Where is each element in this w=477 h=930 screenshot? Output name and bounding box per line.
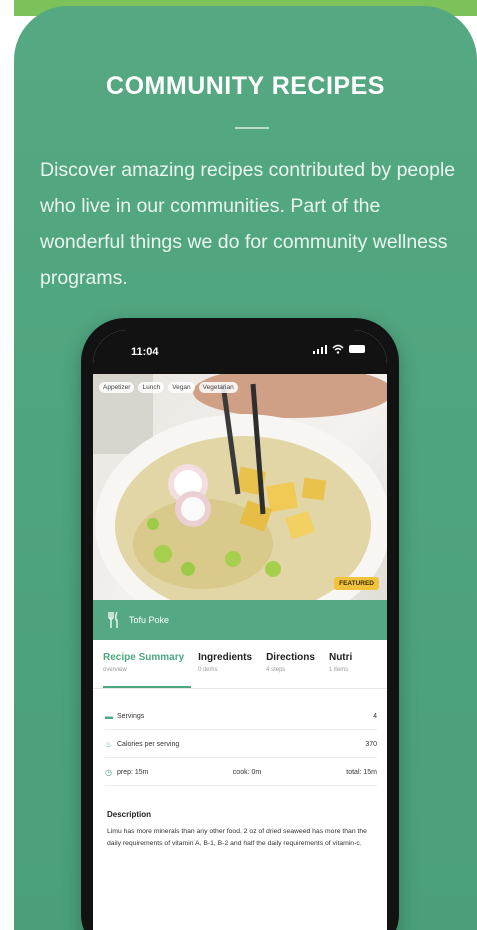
clock-icon: ◷ [105, 768, 112, 777]
promo-headline: COMMUNITY RECIPES [106, 72, 385, 100]
phone-mockup: 11:04 Appetizer Lunch Vegan Vegetarian F… [81, 318, 399, 930]
status-bar: 11:04 [93, 330, 387, 374]
servings-label: Servings [117, 713, 145, 720]
wifi-icon [332, 344, 344, 354]
phone-screen: 11:04 Appetizer Lunch Vegan Vegetarian F… [93, 330, 387, 930]
flame-icon: ♨ [105, 740, 113, 749]
servings-icon: ▬ [105, 712, 113, 721]
promo-intro-text: Discover amazing recipes contributed by … [40, 159, 456, 289]
tab-nutrition[interactable]: Nutri 1 items [329, 652, 352, 673]
fork-knife-icon [108, 611, 118, 628]
chip-vegan[interactable]: Vegan [168, 382, 195, 393]
recipe-name: Tofu Poke [129, 615, 170, 625]
time-row: ◷ prep: 15m cook: 0m total: 15m [105, 760, 377, 786]
total-time: total: 15m [346, 769, 378, 776]
cook-time: cook: 0m [232, 769, 262, 776]
tab-ingredients[interactable]: Ingredients 0 items [198, 652, 252, 673]
category-chips: Appetizer Lunch Vegan Vegetarian [99, 382, 238, 393]
poke-bowl-illustration [93, 374, 387, 600]
tabs-divider [93, 688, 387, 689]
calories-label: Calories per serving [117, 741, 180, 748]
calories-row: ♨ Calories per serving 370 [105, 732, 377, 758]
chip-vegetarian[interactable]: Vegetarian [198, 382, 238, 393]
calories-value: 370 [365, 741, 377, 748]
description-heading: Description [107, 810, 152, 819]
chip-lunch[interactable]: Lunch [138, 382, 165, 393]
recipe-hero-image[interactable]: Appetizer Lunch Vegan Vegetarian FEATURE… [93, 374, 387, 600]
recipe-tabs: Recipe Summary overview Ingredients 0 it… [103, 652, 387, 673]
tab-recipe-summary[interactable]: Recipe Summary overview [103, 652, 184, 673]
description-text: Limu has more minerals than any other fo… [107, 828, 367, 847]
tab-directions[interactable]: Directions 4 steps [266, 652, 315, 673]
chip-appetizer[interactable]: Appetizer [99, 382, 135, 393]
featured-badge: FEATURED [334, 577, 379, 590]
battery-icon [349, 345, 365, 353]
servings-row: ▬ Servings 4 [105, 704, 377, 730]
headline-divider [235, 127, 269, 129]
recipe-title-bar: Tofu Poke [93, 600, 387, 640]
status-time: 11:04 [131, 346, 159, 358]
signal-icon [313, 344, 327, 354]
prep-time: prep: 15m [117, 769, 149, 776]
servings-value: 4 [373, 713, 377, 720]
